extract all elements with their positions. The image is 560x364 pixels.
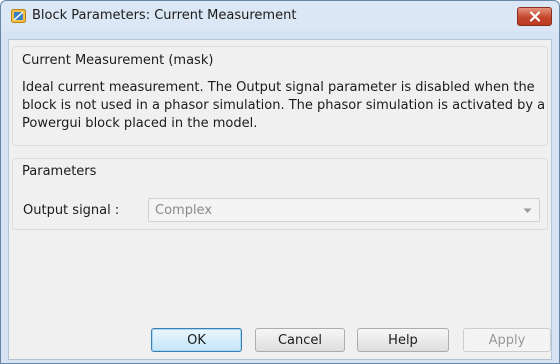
output-signal-label: Output signal : xyxy=(23,203,120,218)
close-icon xyxy=(529,11,541,22)
ok-button[interactable]: OK xyxy=(151,328,242,352)
mask-description: Ideal current measurement. The Output si… xyxy=(22,80,546,131)
apply-button[interactable]: Apply xyxy=(463,328,551,352)
mask-group-title: Current Measurement (mask) xyxy=(22,53,214,68)
output-signal-value: Complex xyxy=(155,203,213,218)
output-signal-select[interactable]: Complex xyxy=(148,198,540,222)
simulink-block-icon xyxy=(11,9,26,23)
parameters-group-title: Parameters xyxy=(22,164,97,179)
cancel-button[interactable]: Cancel xyxy=(255,328,345,352)
chevron-down-icon xyxy=(523,208,532,213)
title-bar[interactable]: Block Parameters: Current Measurement xyxy=(1,1,559,31)
help-button[interactable]: Help xyxy=(357,328,449,352)
close-button[interactable] xyxy=(517,7,552,26)
window-title: Block Parameters: Current Measurement xyxy=(32,8,297,23)
